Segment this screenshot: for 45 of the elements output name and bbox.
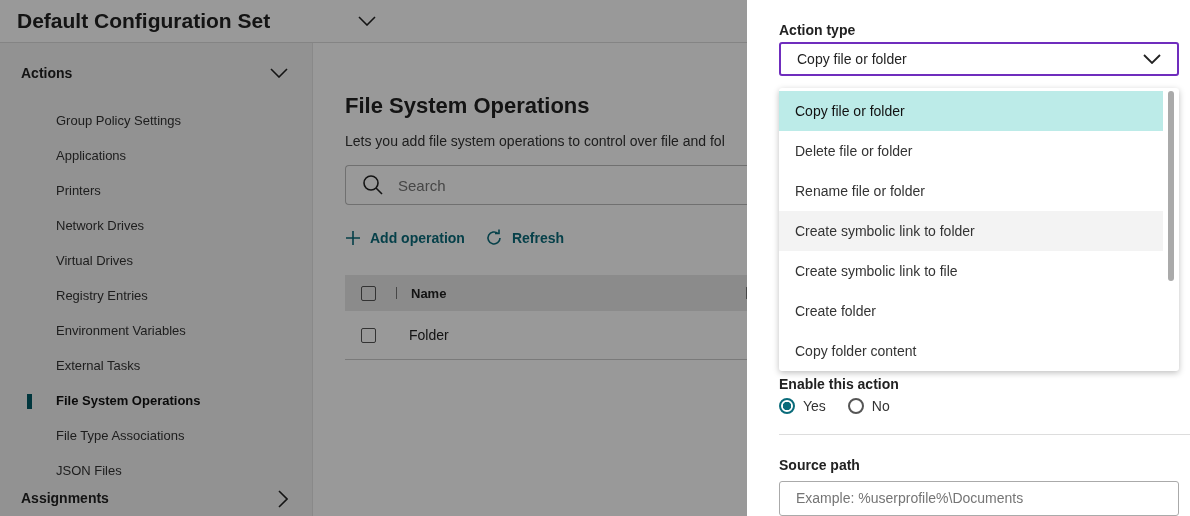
dropdown-option[interactable]: Create folder	[779, 291, 1163, 331]
sidebar-item[interactable]: Environment Variables	[0, 313, 312, 348]
dropdown-option[interactable]: Copy folder content	[779, 331, 1163, 371]
sidebar-item[interactable]: File System Operations	[0, 383, 312, 418]
sidebar-item[interactable]: Registry Entries	[0, 278, 312, 313]
sidebar-item[interactable]: File Type Associations	[0, 418, 312, 453]
dropdown-option[interactable]: Copy file or folder	[779, 91, 1163, 131]
sidebar-item[interactable]: Virtual Drives	[0, 243, 312, 278]
sidebar-item[interactable]: JSON Files	[0, 453, 312, 488]
sidebar-item[interactable]: Network Drives	[0, 208, 312, 243]
field-label: Enable this action	[779, 375, 900, 392]
dropdown-option[interactable]: Delete file or folder	[779, 131, 1163, 171]
chevron-down-icon[interactable]	[358, 16, 377, 26]
sidebar-item[interactable]: Applications	[0, 138, 312, 173]
radio-button[interactable]: No	[847, 397, 890, 414]
field-label: Source path	[779, 456, 861, 473]
section-header[interactable]: Assignments	[0, 488, 312, 516]
page-description: Lets you add file system operations to control over file and fol	[345, 133, 726, 149]
sidebar-item[interactable]: External Tasks	[0, 348, 312, 383]
chevron-down-icon	[1143, 53, 1161, 64]
table-cell: Folder	[409, 327, 449, 343]
sidebar-item[interactable]: Group Policy Settings	[0, 103, 312, 138]
dropdown-option[interactable]: Rename file or folder	[779, 171, 1163, 211]
dropdown-option[interactable]: Create symbolic link to file	[779, 251, 1163, 291]
add-operation-button[interactable]: Add operation	[345, 230, 465, 246]
scrollbar[interactable]	[1168, 91, 1174, 281]
refresh-button[interactable]: Refresh	[484, 229, 565, 247]
chevron-right-icon[interactable]	[278, 490, 288, 508]
action-type-dropdown[interactable]: Copy file or folder	[779, 42, 1179, 76]
radio-button[interactable]: Yes	[779, 397, 826, 414]
sidebar-item[interactable]: Printers	[0, 173, 312, 208]
field-label: Action type	[779, 22, 857, 38]
search-icon	[362, 174, 384, 196]
plus-icon	[345, 230, 361, 246]
configuration-set-title: Default Configuration Set	[17, 9, 271, 33]
page-title: File System Operations	[345, 93, 591, 119]
section-header[interactable]: Actions	[0, 43, 312, 103]
source-path-field[interactable]: Example: %userprofile%\Documents	[779, 480, 1179, 516]
dropdown-option[interactable]: Create symbolic link to folder	[779, 211, 1163, 251]
checkbox[interactable]	[361, 285, 376, 301]
checkbox[interactable]	[361, 327, 376, 343]
chevron-down-icon[interactable]	[270, 68, 288, 78]
search-field[interactable]: Search	[345, 165, 747, 205]
column-header[interactable]: Name	[411, 285, 447, 301]
refresh-icon	[484, 229, 503, 247]
